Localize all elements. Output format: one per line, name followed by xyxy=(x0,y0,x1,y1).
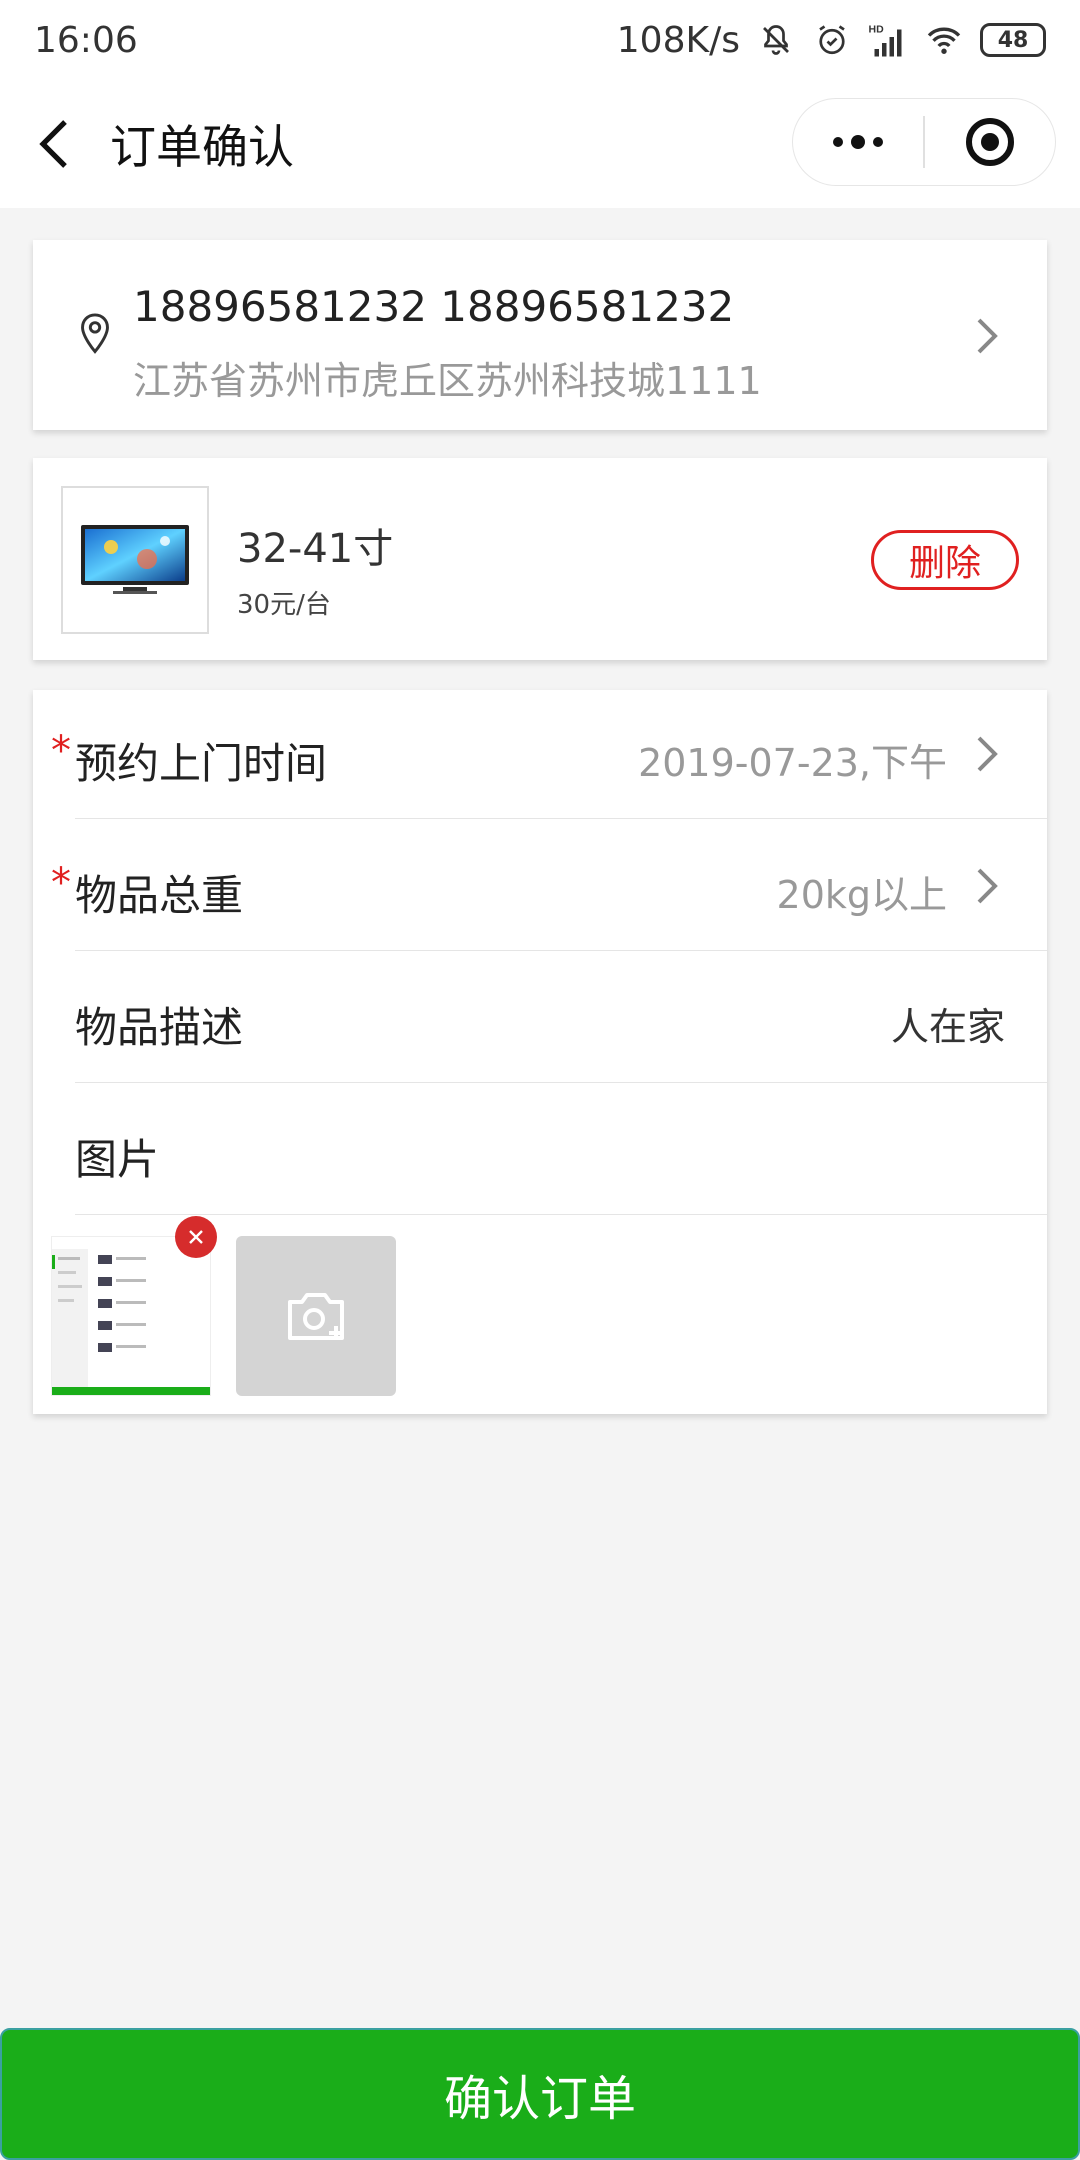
divider xyxy=(75,818,1047,819)
required-mark: * xyxy=(51,860,71,906)
network-speed: 108K/s xyxy=(616,19,740,61)
mute-bell-icon xyxy=(756,20,796,60)
required-mark: * xyxy=(51,728,71,774)
chevron-right-icon xyxy=(975,316,999,360)
hd-signal-icon: HD xyxy=(868,20,908,60)
item-description-row[interactable]: 物品描述 人在家 xyxy=(33,954,1047,1086)
row-value[interactable]: 人在家 xyxy=(891,996,1005,1051)
nav-bar: 订单确认 xyxy=(0,80,1080,208)
more-button[interactable] xyxy=(793,99,923,185)
confirm-order-button[interactable]: 确认订单 xyxy=(0,2028,1080,2160)
images-row: 图片 xyxy=(33,1086,1047,1218)
product-card: 32-41寸 30元/台 删除 xyxy=(33,458,1047,660)
more-dots-icon xyxy=(833,135,883,149)
row-value: 20kg以上 xyxy=(776,873,947,917)
row-value: 2019-07-23,下午 xyxy=(638,741,947,785)
appointment-time-row[interactable]: * 预约上门时间 2019-07-23,下午 xyxy=(33,690,1047,822)
address-card[interactable]: 18896581232 18896581232 江苏省苏州市虎丘区苏州科技城11… xyxy=(33,240,1047,430)
delete-button[interactable]: 删除 xyxy=(871,530,1019,590)
chevron-right-icon xyxy=(975,734,999,778)
row-label: 物品总重 xyxy=(75,871,244,920)
chevron-left-icon xyxy=(39,120,67,168)
address-name-phone: 18896581232 18896581232 xyxy=(133,282,735,331)
product-thumbnail xyxy=(61,486,209,634)
wifi-icon xyxy=(924,20,964,60)
svg-text:HD: HD xyxy=(869,24,885,36)
order-form-card: * 预约上门时间 2019-07-23,下午 * 物品总重 20kg以上 物品描… xyxy=(33,690,1047,1414)
tv-image xyxy=(81,525,189,594)
divider xyxy=(75,1214,1047,1215)
status-bar: 16:06 108K/s HD 48 xyxy=(0,0,1080,80)
row-label: 预约上门时间 xyxy=(75,739,328,788)
battery-icon: 48 xyxy=(980,23,1046,57)
target-circle-icon xyxy=(966,118,1014,166)
page-title: 订单确认 xyxy=(110,120,294,174)
close-miniprogram-button[interactable] xyxy=(925,99,1055,185)
capsule-menu xyxy=(792,98,1056,186)
row-label: 物品描述 xyxy=(75,1003,244,1052)
address-detail: 江苏省苏州市虎丘区苏州科技城1111 xyxy=(133,359,762,403)
uploaded-photo[interactable] xyxy=(51,1236,211,1396)
status-icons: 108K/s HD 48 xyxy=(617,20,1046,61)
location-pin-icon xyxy=(77,312,113,360)
photo-preview-image xyxy=(52,1237,210,1395)
product-name: 32-41寸 xyxy=(237,526,394,572)
total-weight-row[interactable]: * 物品总重 20kg以上 xyxy=(33,822,1047,954)
remove-photo-button[interactable] xyxy=(175,1216,217,1258)
chevron-right-icon xyxy=(975,866,999,910)
add-photo-button[interactable] xyxy=(236,1236,396,1396)
close-icon xyxy=(189,1230,203,1244)
row-label: 图片 xyxy=(75,1135,160,1184)
back-button[interactable] xyxy=(0,80,110,208)
product-price: 30元/台 xyxy=(237,590,331,620)
divider xyxy=(75,1082,1047,1083)
camera-add-icon xyxy=(288,1293,344,1340)
status-time: 16:06 xyxy=(34,19,138,61)
alarm-icon xyxy=(812,20,852,60)
divider xyxy=(75,950,1047,951)
